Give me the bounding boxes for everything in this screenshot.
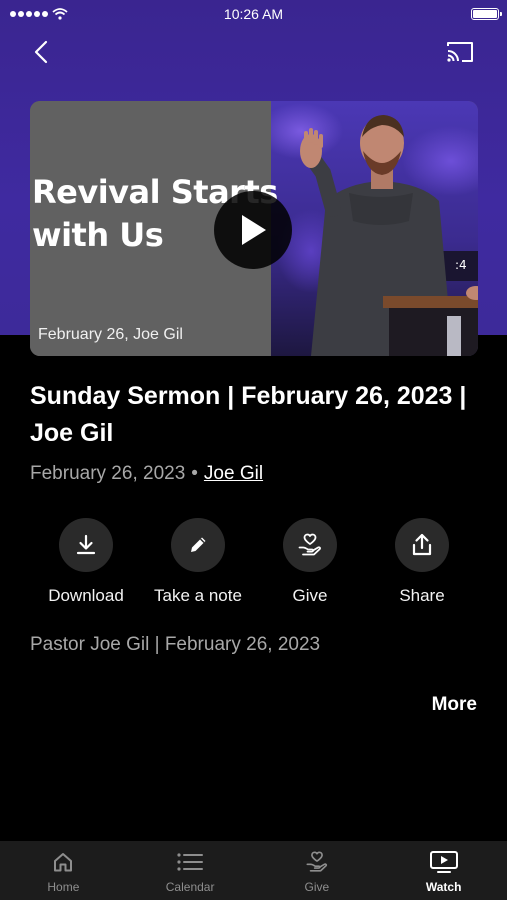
back-button[interactable] bbox=[26, 36, 56, 68]
give-circle bbox=[283, 518, 337, 572]
sermon-meta: February 26, 2023 • Joe Gil bbox=[30, 463, 263, 485]
meta-separator: • bbox=[191, 463, 198, 484]
tab-give[interactable]: Give bbox=[254, 841, 381, 900]
status-time: 10:26 AM bbox=[223, 6, 284, 22]
status-bar: 10:26 AM bbox=[0, 0, 507, 28]
action-row: Download Take a note Give Share bbox=[30, 518, 478, 608]
download-button[interactable]: Download bbox=[30, 518, 142, 606]
video-caption: February 26, Joe Gil bbox=[38, 326, 183, 343]
share-label: Share bbox=[399, 586, 445, 605]
wifi-icon bbox=[52, 8, 68, 20]
take-a-note-button[interactable]: Take a note bbox=[142, 518, 254, 606]
cast-button[interactable] bbox=[444, 38, 476, 66]
give-hand-heart-icon bbox=[298, 533, 321, 556]
tab-watch-label: Watch bbox=[425, 880, 462, 894]
video-preacher-image: :4 bbox=[271, 101, 478, 356]
tab-home-label: Home bbox=[47, 880, 80, 894]
svg-text::4: :4 bbox=[455, 258, 467, 272]
play-button[interactable] bbox=[214, 191, 292, 269]
tab-calendar-label: Calendar bbox=[165, 880, 215, 894]
calendar-list-icon bbox=[177, 853, 204, 871]
give-button[interactable]: Give bbox=[254, 518, 366, 606]
sermon-title: Sunday Sermon | February 26, 2023 | Joe … bbox=[30, 382, 467, 447]
watch-tv-icon bbox=[429, 851, 458, 873]
share-circle bbox=[395, 518, 449, 572]
video-player-thumbnail[interactable]: :4 Revival Starts with Us February 26, J… bbox=[30, 101, 478, 356]
play-icon bbox=[242, 215, 266, 245]
take-a-note-label: Take a note bbox=[154, 586, 242, 605]
sermon-description: Pastor Joe Gil | February 26, 2023 bbox=[30, 634, 321, 655]
signal-dots-icon bbox=[10, 11, 48, 17]
note-circle bbox=[171, 518, 225, 572]
battery-icon bbox=[471, 8, 502, 20]
preacher-figure-image: :4 bbox=[300, 115, 478, 356]
sermon-date: February 26, 2023 bbox=[30, 463, 186, 484]
tab-bar: Home Calendar Give Watch bbox=[0, 841, 507, 900]
tab-give-label: Give bbox=[304, 880, 330, 894]
share-button[interactable]: Share bbox=[366, 518, 478, 606]
more-button[interactable]: More bbox=[432, 694, 477, 716]
tab-watch[interactable]: Watch bbox=[380, 841, 507, 900]
tab-home[interactable]: Home bbox=[0, 841, 127, 900]
chevron-left-icon bbox=[34, 40, 48, 64]
signal-indicator bbox=[10, 8, 68, 20]
pencil-icon bbox=[191, 537, 206, 552]
tab-calendar[interactable]: Calendar bbox=[127, 841, 254, 900]
author-link[interactable]: Joe Gil bbox=[204, 463, 263, 485]
download-label: Download bbox=[48, 586, 124, 605]
share-icon bbox=[412, 533, 432, 556]
give-hand-heart-icon bbox=[306, 851, 327, 872]
home-icon bbox=[54, 853, 73, 872]
cast-icon bbox=[447, 42, 473, 62]
give-label: Give bbox=[292, 586, 328, 605]
download-icon bbox=[76, 534, 96, 555]
download-circle bbox=[59, 518, 113, 572]
